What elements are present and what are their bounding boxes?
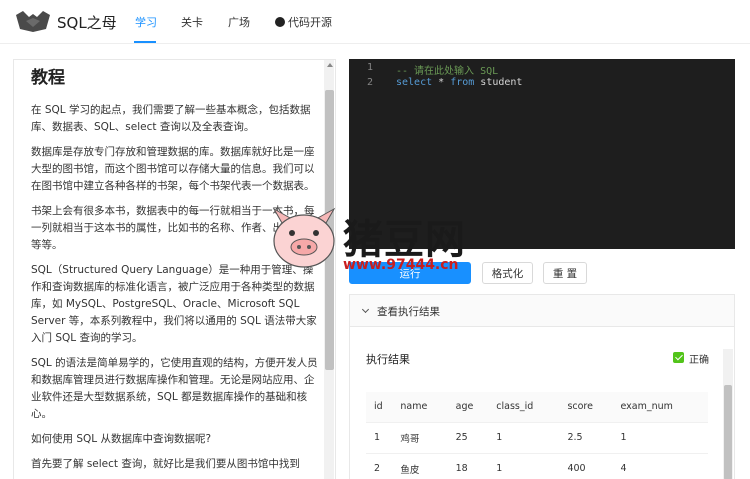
nav-tab-square[interactable]: 广场 (228, 14, 250, 30)
line-number: 2 (367, 77, 374, 88)
tutorial-paragraph: 首先要了解 select 查询，就好比是我们要从图书馆中找到 (31, 458, 300, 470)
result-status: 正确 (689, 355, 709, 366)
reset-button[interactable]: 重 置 (543, 262, 587, 284)
result-title: 执行结果 (366, 353, 410, 366)
tutorial-paragraph: 数据库是存放专门存放和管理数据的库。数据库就好比是一座大型的图书馆，而这个图书馆… (31, 146, 315, 192)
scroll-up-arrow-icon[interactable] (327, 63, 333, 67)
table-cell: 1 (612, 422, 708, 454)
nav-tab-opensource-label: 代码开源 (288, 16, 332, 29)
table-cell: 25 (447, 422, 489, 454)
table-cell: 1 (488, 453, 560, 479)
table-row: 1 鸡哥 25 1 2.5 1 (366, 422, 708, 454)
tutorial-paragraph: 如何使用 SQL 从数据库中查询数据呢? (31, 433, 212, 445)
table-header-row: id name age class_id score exam_num (366, 392, 708, 423)
column-header: age (447, 392, 489, 423)
table-cell: 1 (488, 422, 560, 454)
column-header: exam_num (612, 392, 708, 423)
result-card: 执行结果 正确 id name age class_id score exam_… (352, 328, 726, 479)
table-row: 2 鱼皮 18 1 400 4 (366, 453, 708, 479)
code-identifier: student (474, 77, 523, 88)
chevron-down-icon (361, 305, 370, 314)
code-comment: -- 请在此处输入 SQL (396, 66, 499, 77)
tutorial-paragraph: SQL 的语法是简单易学的，它使用直观的结构，方便开发人员和数据库管理员进行数据… (31, 357, 318, 420)
result-collapse-label: 查看执行结果 (377, 306, 440, 318)
nav-tab-learn[interactable]: 学习 (135, 14, 157, 30)
active-tab-indicator (134, 41, 156, 43)
column-header: name (392, 392, 448, 423)
watermark-url: www.97444.cn (343, 257, 459, 273)
table-cell: 400 (559, 453, 613, 479)
brand-name[interactable]: SQL之母 (57, 12, 117, 33)
github-icon (275, 17, 285, 27)
code-text: select * from student (396, 77, 522, 88)
result-table: id name age class_id score exam_num 1 鸡哥… (366, 392, 708, 479)
pig-mascot-icon (272, 207, 336, 268)
table-cell: 2.5 (559, 422, 613, 454)
table-cell: 1 (366, 422, 393, 454)
tutorial-title: 教程 (31, 68, 65, 88)
table-cell: 18 (447, 453, 489, 479)
column-header: score (559, 392, 613, 423)
code-keyword: select (396, 77, 433, 88)
nav-tab-levels[interactable]: 关卡 (181, 14, 203, 30)
tutorial-paragraph: 在 SQL 学习的起点，我们需要了解一些基本概念，包括数据库、数据表、SQL、s… (31, 104, 311, 133)
result-scroll-thumb[interactable] (724, 385, 732, 479)
format-button[interactable]: 格式化 (482, 262, 533, 284)
result-collapse-header[interactable]: 查看执行结果 (350, 295, 734, 327)
code-keyword: from (450, 77, 475, 88)
tutorial-paragraph: SQL（Structured Query Language）是一种用于管理、操作… (31, 264, 317, 344)
table-cell: 4 (612, 453, 708, 479)
check-icon (673, 352, 684, 363)
nav-tab-opensource[interactable]: 代码开源 (275, 14, 332, 30)
column-header: class_id (488, 392, 560, 423)
code-star: * (432, 77, 451, 88)
line-number: 1 (367, 62, 374, 73)
table-cell: 2 (366, 453, 393, 479)
table-cell: 鸡哥 (392, 422, 448, 454)
logo-icon[interactable] (14, 9, 52, 33)
result-panel: 查看执行结果 执行结果 正确 id name age class_id scor… (349, 294, 735, 479)
column-header: id (366, 392, 393, 423)
top-nav-bar: SQL之母 学习 关卡 广场 代码开源 (0, 0, 750, 44)
table-cell: 鱼皮 (392, 453, 448, 479)
